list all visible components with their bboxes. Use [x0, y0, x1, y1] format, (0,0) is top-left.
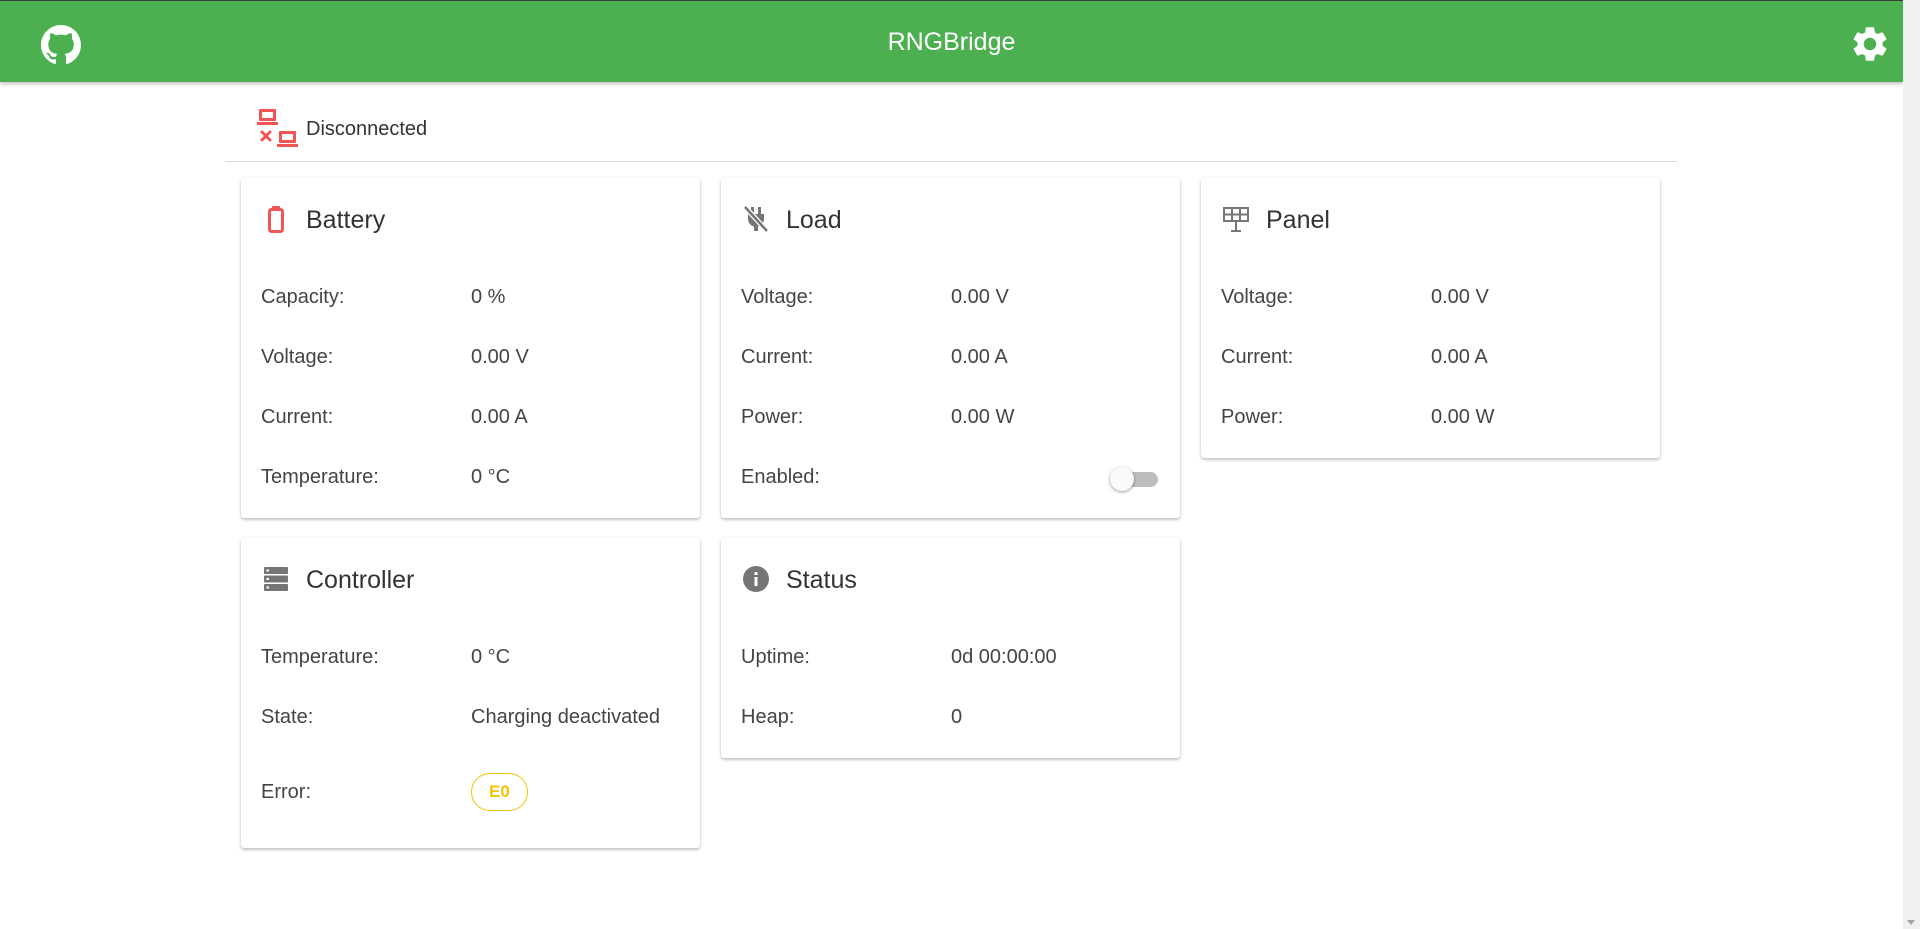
row-label: Voltage:: [1221, 286, 1294, 308]
load-current-value: 0.00 A: [951, 346, 1008, 368]
status-card-title: Status: [786, 566, 857, 594]
row-label: Power:: [741, 406, 804, 428]
status-heap-row: Heap: 0: [741, 702, 1160, 732]
battery-current-value: 0.00 A: [471, 406, 528, 428]
battery-voltage-row: Voltage: 0.00 V: [261, 342, 680, 372]
panel-current-value: 0.00 A: [1431, 346, 1488, 368]
row-label: Voltage:: [261, 346, 334, 368]
status-uptime-value: 0d 00:00:00: [951, 646, 1057, 668]
row-label: Voltage:: [741, 286, 814, 308]
load-voltage-row: Voltage: 0.00 V: [741, 282, 1160, 312]
row-label: Power:: [1221, 406, 1284, 428]
battery-capacity-row: Capacity: 0 %: [261, 282, 680, 312]
status-card: Status Uptime: 0d 00:00:00 Heap: 0: [721, 538, 1180, 758]
connection-status-label: Disconnected: [306, 118, 428, 140]
row-label: Capacity:: [261, 286, 345, 308]
solar-panel-icon: [1223, 207, 1249, 232]
battery-alert-icon: [268, 206, 284, 233]
status-uptime-row: Uptime: 0d 00:00:00: [741, 642, 1160, 672]
controller-temperature-value: 0 °C: [471, 646, 511, 668]
load-card-title: Load: [786, 206, 842, 234]
battery-card-title: Battery: [306, 206, 386, 234]
status-heap-value: 0: [951, 706, 963, 728]
battery-temperature-row: Temperature: 0 °C: [261, 462, 680, 492]
power-plug-off-icon: [743, 205, 769, 233]
row-label: Current:: [1221, 346, 1294, 368]
row-label: Uptime:: [741, 646, 810, 668]
row-label: Enabled:: [741, 466, 820, 488]
battery-capacity-value: 0 %: [471, 286, 506, 308]
load-enabled-row: Enabled:: [741, 462, 1160, 492]
panel-card-title: Panel: [1266, 206, 1330, 234]
row-label: Heap:: [741, 706, 795, 728]
server-icon: [264, 567, 288, 591]
panel-power-row: Power: 0.00 W: [1221, 402, 1640, 432]
connection-status-bar: Disconnected: [225, 98, 1677, 162]
row-label: Error:: [261, 781, 311, 803]
load-power-value: 0.00 W: [951, 406, 1015, 428]
row-label: Current:: [741, 346, 814, 368]
information-icon: [743, 566, 769, 592]
error-code-badge: E0: [471, 773, 528, 811]
load-voltage-value: 0.00 V: [951, 286, 1009, 308]
battery-voltage-value: 0.00 V: [471, 346, 529, 368]
scrollbar[interactable]: [1903, 0, 1920, 929]
row-label: Temperature:: [261, 466, 379, 488]
panel-card: Panel Voltage: 0.00 V Current: 0.00 A Po…: [1201, 178, 1660, 458]
app-title: RNGBridge: [887, 28, 1016, 56]
controller-temperature-row: Temperature: 0 °C: [261, 642, 680, 672]
load-power-row: Power: 0.00 W: [741, 402, 1160, 432]
panel-current-row: Current: 0.00 A: [1221, 342, 1640, 372]
scroll-down-arrow-icon[interactable]: [1907, 920, 1915, 925]
row-label: Temperature:: [261, 646, 379, 668]
controller-error-row: Error: E0: [261, 773, 680, 811]
load-card: Load Voltage: 0.00 V Current: 0.00 A Pow…: [721, 178, 1180, 518]
panel-power-value: 0.00 W: [1431, 406, 1495, 428]
battery-temperature-value: 0 °C: [471, 466, 511, 488]
panel-voltage-value: 0.00 V: [1431, 286, 1489, 308]
battery-current-row: Current: 0.00 A: [261, 402, 680, 432]
controller-card-title: Controller: [306, 566, 415, 594]
controller-state-row: State: Charging deactivated: [261, 702, 680, 732]
row-label: State:: [261, 706, 314, 728]
lan-disconnect-icon: [257, 109, 298, 147]
toggle-knob: [1110, 467, 1134, 491]
load-current-row: Current: 0.00 A: [741, 342, 1160, 372]
controller-card: Controller Temperature: 0 °C State: Char…: [241, 538, 700, 848]
load-enabled-toggle[interactable]: [1110, 466, 1160, 491]
controller-state-value: Charging deactivated: [471, 706, 661, 728]
gear-icon[interactable]: [1849, 23, 1891, 65]
battery-card: Battery Capacity: 0 % Voltage: 0.00 V Cu…: [241, 178, 700, 518]
panel-voltage-row: Voltage: 0.00 V: [1221, 282, 1640, 312]
app-bar: RNGBridge: [0, 0, 1903, 82]
row-label: Current:: [261, 406, 334, 428]
